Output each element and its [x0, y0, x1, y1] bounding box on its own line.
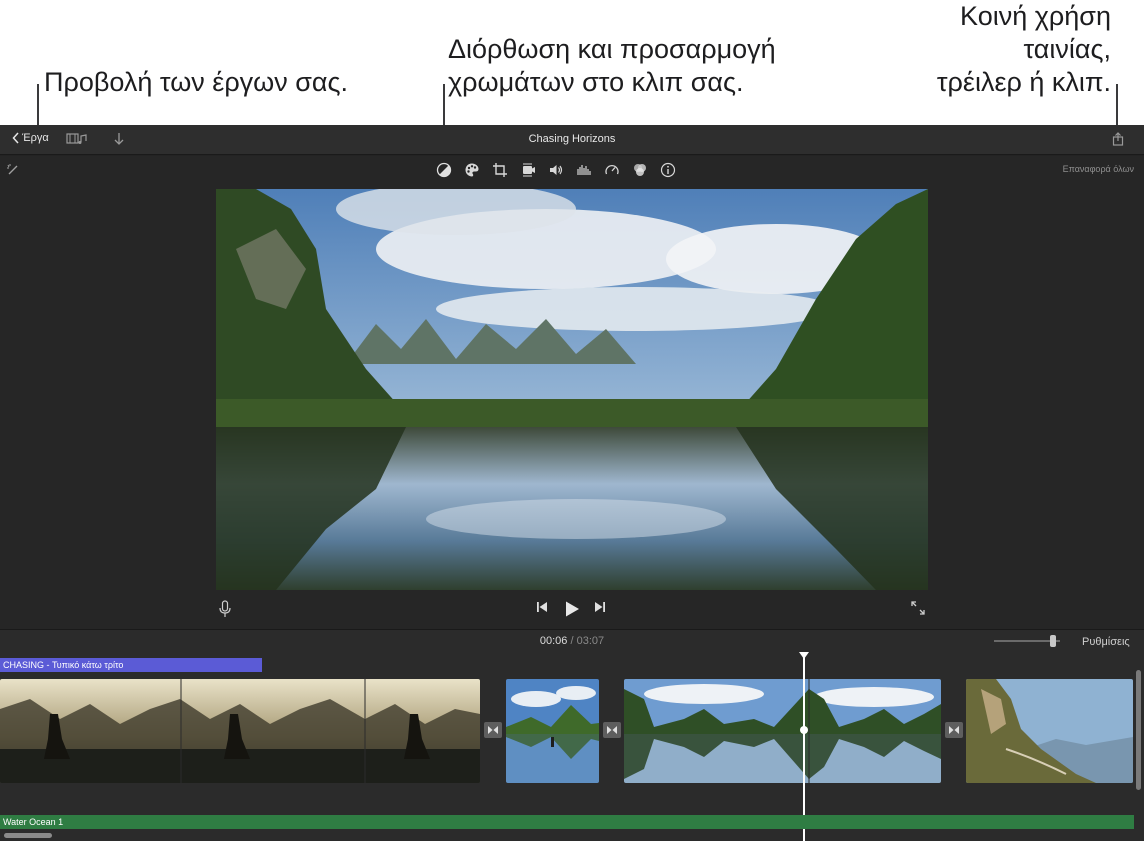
reset-all-button[interactable]: Επαναφορά όλων — [1063, 164, 1134, 174]
clip-filter-icon[interactable] — [631, 162, 649, 178]
play-icon[interactable] — [563, 600, 581, 618]
callout-color-correction: Διόρθωση και προσαρμογή χρωμάτων στο κλι… — [448, 33, 776, 99]
viewer: Επαναφορά όλων — [0, 156, 1144, 629]
microphone-icon[interactable] — [218, 600, 232, 618]
callout-share-line-2: ταινίας, — [1023, 34, 1111, 64]
adjustment-toolbar: Επαναφορά όλων — [0, 156, 1144, 184]
color-palette-icon[interactable] — [463, 162, 481, 178]
share-icon[interactable] — [1111, 132, 1125, 151]
transition-1[interactable] — [484, 722, 502, 738]
callout-share-line-1: Κοινή χρήση — [960, 1, 1111, 31]
transition-2[interactable] — [603, 722, 621, 738]
transition-3[interactable] — [945, 722, 963, 738]
imovie-window: Έργα Chasing Horizons Επαναφορά όλων 00:… — [0, 125, 1144, 841]
callout-share: Κοινή χρήση ταινίας, τρέιλερ ή κλιπ. — [937, 0, 1111, 99]
clip-thumbnail — [506, 679, 599, 783]
fullscreen-icon[interactable] — [910, 600, 926, 616]
transition-icon — [607, 726, 617, 734]
skip-forward-icon[interactable] — [593, 600, 607, 614]
timeline-settings-button[interactable]: Ρυθμίσεις — [1082, 636, 1130, 648]
callout-share-line-3: τρέιλερ ή κλιπ. — [936, 67, 1111, 97]
volume-icon[interactable] — [547, 162, 565, 178]
total-duration: 03:07 — [576, 635, 605, 647]
skip-back-icon[interactable] — [535, 600, 549, 614]
info-icon[interactable] — [659, 162, 677, 178]
clip-thumbnails — [0, 679, 480, 783]
noise-reduction-icon[interactable] — [575, 162, 593, 178]
time-separator: / — [570, 635, 574, 647]
video-clip-sunset-fisherman[interactable] — [0, 679, 480, 783]
callout-projects: Προβολή των έργων σας. — [44, 66, 348, 99]
playhead-marker — [800, 726, 808, 734]
landscape-frame-image — [216, 189, 928, 590]
callout-projects-text: Προβολή των έργων σας. — [44, 67, 349, 97]
horizontal-scrollbar[interactable] — [4, 833, 52, 838]
timecode: 00:06 / 03:07 — [0, 635, 1144, 647]
transition-icon — [949, 726, 959, 734]
zoom-slider-knob[interactable] — [1050, 635, 1056, 647]
playback-controls — [0, 596, 1144, 622]
video-clip-mountain-road[interactable] — [966, 679, 1133, 783]
crop-icon[interactable] — [491, 162, 509, 178]
callout-color-line-1: Διόρθωση και προσαρμογή — [448, 34, 776, 64]
title-bar: Έργα Chasing Horizons — [0, 125, 1144, 155]
callout-color-line-2: χρωμάτων στο κλιπ σας. — [448, 67, 744, 97]
timeline-header: 00:06 / 03:07 Ρυθμίσεις — [0, 630, 1144, 652]
playhead[interactable] — [803, 656, 805, 841]
clip-thumbnails — [624, 679, 941, 783]
stabilization-icon[interactable] — [519, 162, 537, 178]
vertical-scrollbar[interactable] — [1136, 670, 1141, 790]
video-clip-karst-reflection[interactable] — [624, 679, 941, 783]
playhead-handle[interactable] — [799, 652, 809, 659]
color-balance-icon[interactable] — [435, 162, 453, 178]
timeline: 00:06 / 03:07 Ρυθμίσεις CHASING - Τυπικό… — [0, 629, 1144, 841]
current-time: 00:06 — [539, 635, 568, 647]
project-title: Chasing Horizons — [528, 133, 616, 145]
video-clip-lake-paddleboard[interactable] — [506, 679, 599, 783]
clip-thumbnail — [966, 679, 1133, 783]
title-clip[interactable]: CHASING - Τυπικό κάτω τρίτο — [0, 658, 262, 672]
magic-wand-icon[interactable] — [4, 162, 22, 178]
transition-icon — [488, 726, 498, 734]
video-preview — [216, 189, 928, 590]
speed-icon[interactable] — [603, 162, 621, 178]
audio-clip[interactable]: Water Ocean 1 — [0, 815, 1134, 829]
